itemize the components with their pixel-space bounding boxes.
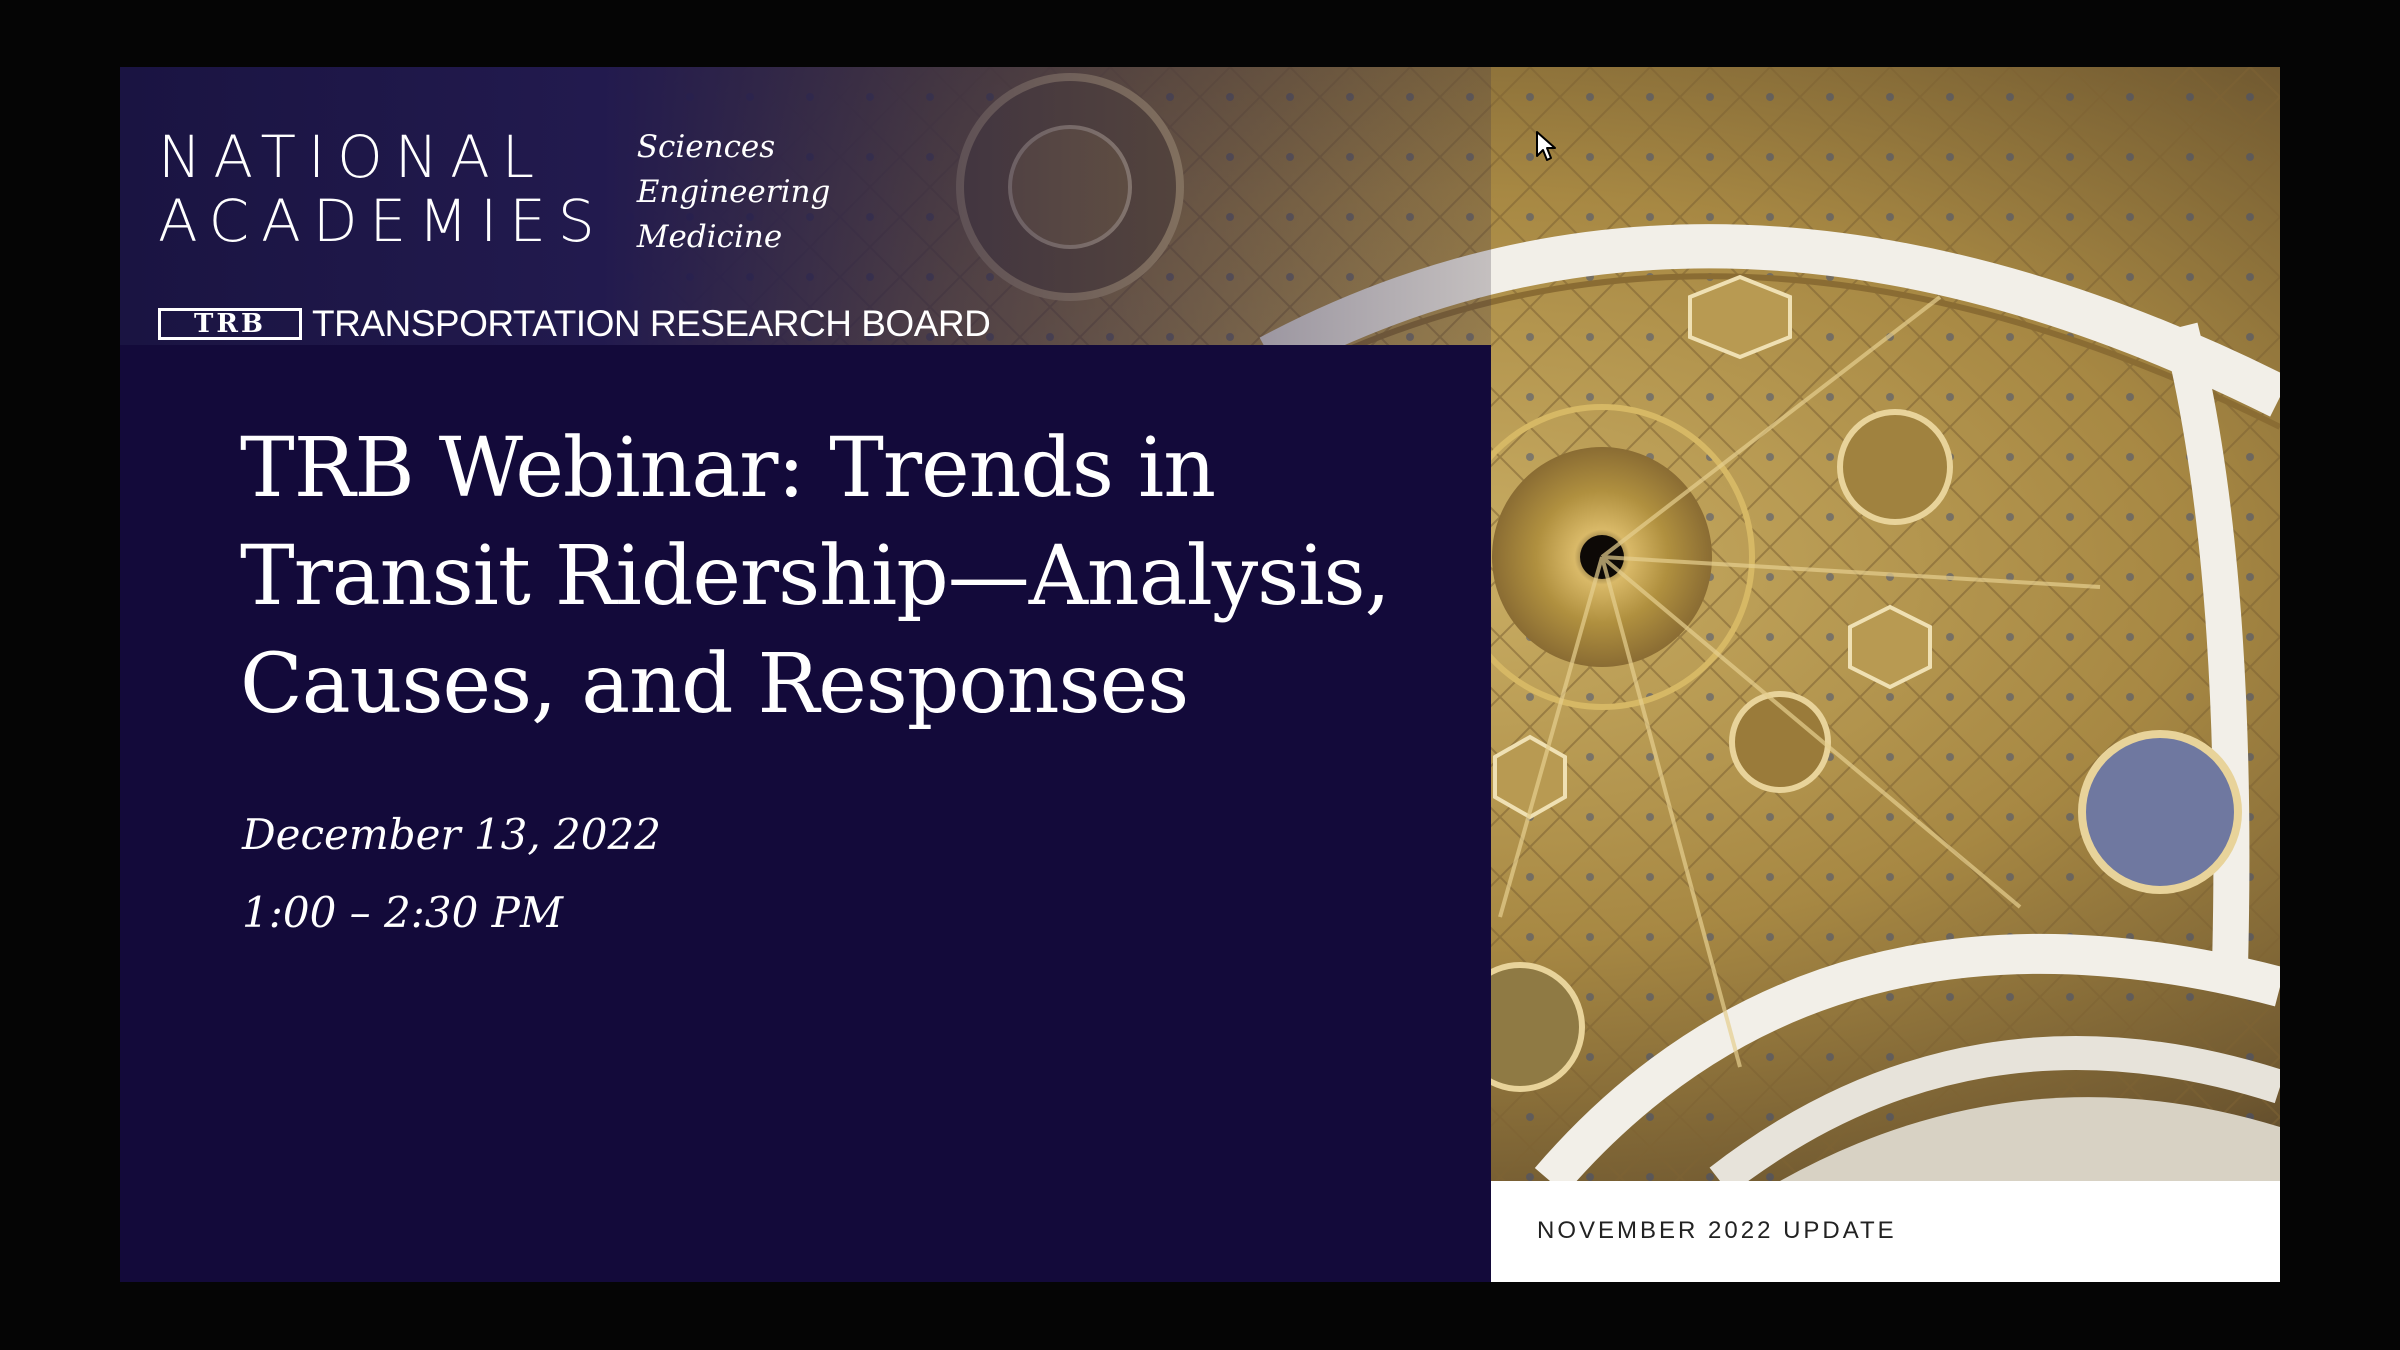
webinar-date: December 13, 2022 (242, 810, 661, 859)
division-sciences: Sciences (636, 129, 776, 165)
logo-divisions: Sciences Engineering Medicine (637, 125, 831, 260)
footer-bar: NOVEMBER 2022 UPDATE (1491, 1181, 2280, 1282)
trb-badge: TRB (158, 308, 302, 340)
logo-wordmark-line1: NATIONAL (158, 123, 547, 191)
screen-share-view: NATIONAL ACADEMIES Sciences Engineering … (0, 0, 2400, 1350)
webinar-time: 1:00 – 2:30 PM (242, 888, 563, 937)
trb-name: TRANSPORTATION RESEARCH BOARD (312, 303, 991, 344)
slide-title: TRB Webinar: Trends in Transit Ridership… (240, 421, 1391, 732)
mouse-pointer-icon (1536, 131, 1556, 161)
division-medicine: Medicine (636, 219, 783, 255)
division-engineering: Engineering (636, 174, 831, 210)
title-panel: TRB Webinar: Trends in Transit Ridership… (120, 345, 1491, 1282)
logo-wordmark: NATIONAL ACADEMIES (158, 125, 607, 253)
logo-wordmark-line2: ACADEMIES (158, 187, 607, 255)
presentation-slide: NATIONAL ACADEMIES Sciences Engineering … (120, 67, 2280, 1282)
footer-update-label: NOVEMBER 2022 UPDATE (1537, 1217, 1897, 1244)
trb-logo: TRB TRANSPORTATION RESEARCH BOARD (158, 303, 991, 345)
national-academies-logo: NATIONAL ACADEMIES Sciences Engineering … (158, 125, 830, 260)
